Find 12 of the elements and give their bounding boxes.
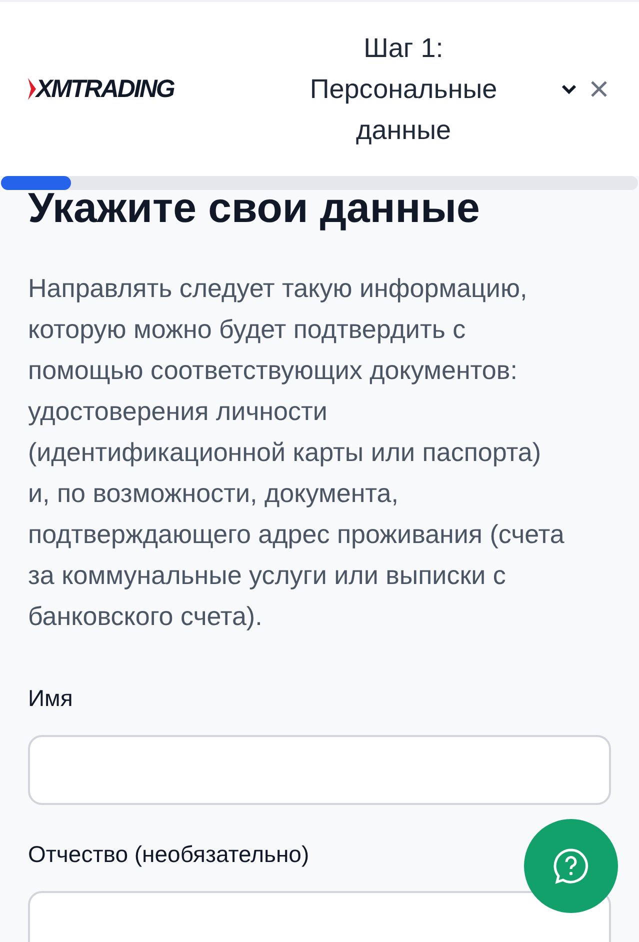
description: Направлять следует такую информацию, которую можно будет подтвердить с помощью соответствующих документов: удостоверения личности (идентификационной карты или паспорта) и, по возможности, документа, подтверждающего адрес проживания (счета за коммунальные услуги или выписки с банковского счета). [28,272,566,633]
input-field[interactable] [28,891,611,942]
field-label: Имя [28,684,73,713]
step-title: Персональные данные [308,72,498,146]
field-label: Отчество (необязательно) [28,840,310,869]
page-title: Укажите свои данные [28,188,481,228]
logo: XMTRADING [36,76,174,102]
step-number: Шаг 1: [364,32,444,64]
input-field[interactable] [28,735,611,805]
help-icon [553,848,589,884]
close-icon[interactable] [589,79,609,99]
logo-mark-icon [28,78,36,100]
